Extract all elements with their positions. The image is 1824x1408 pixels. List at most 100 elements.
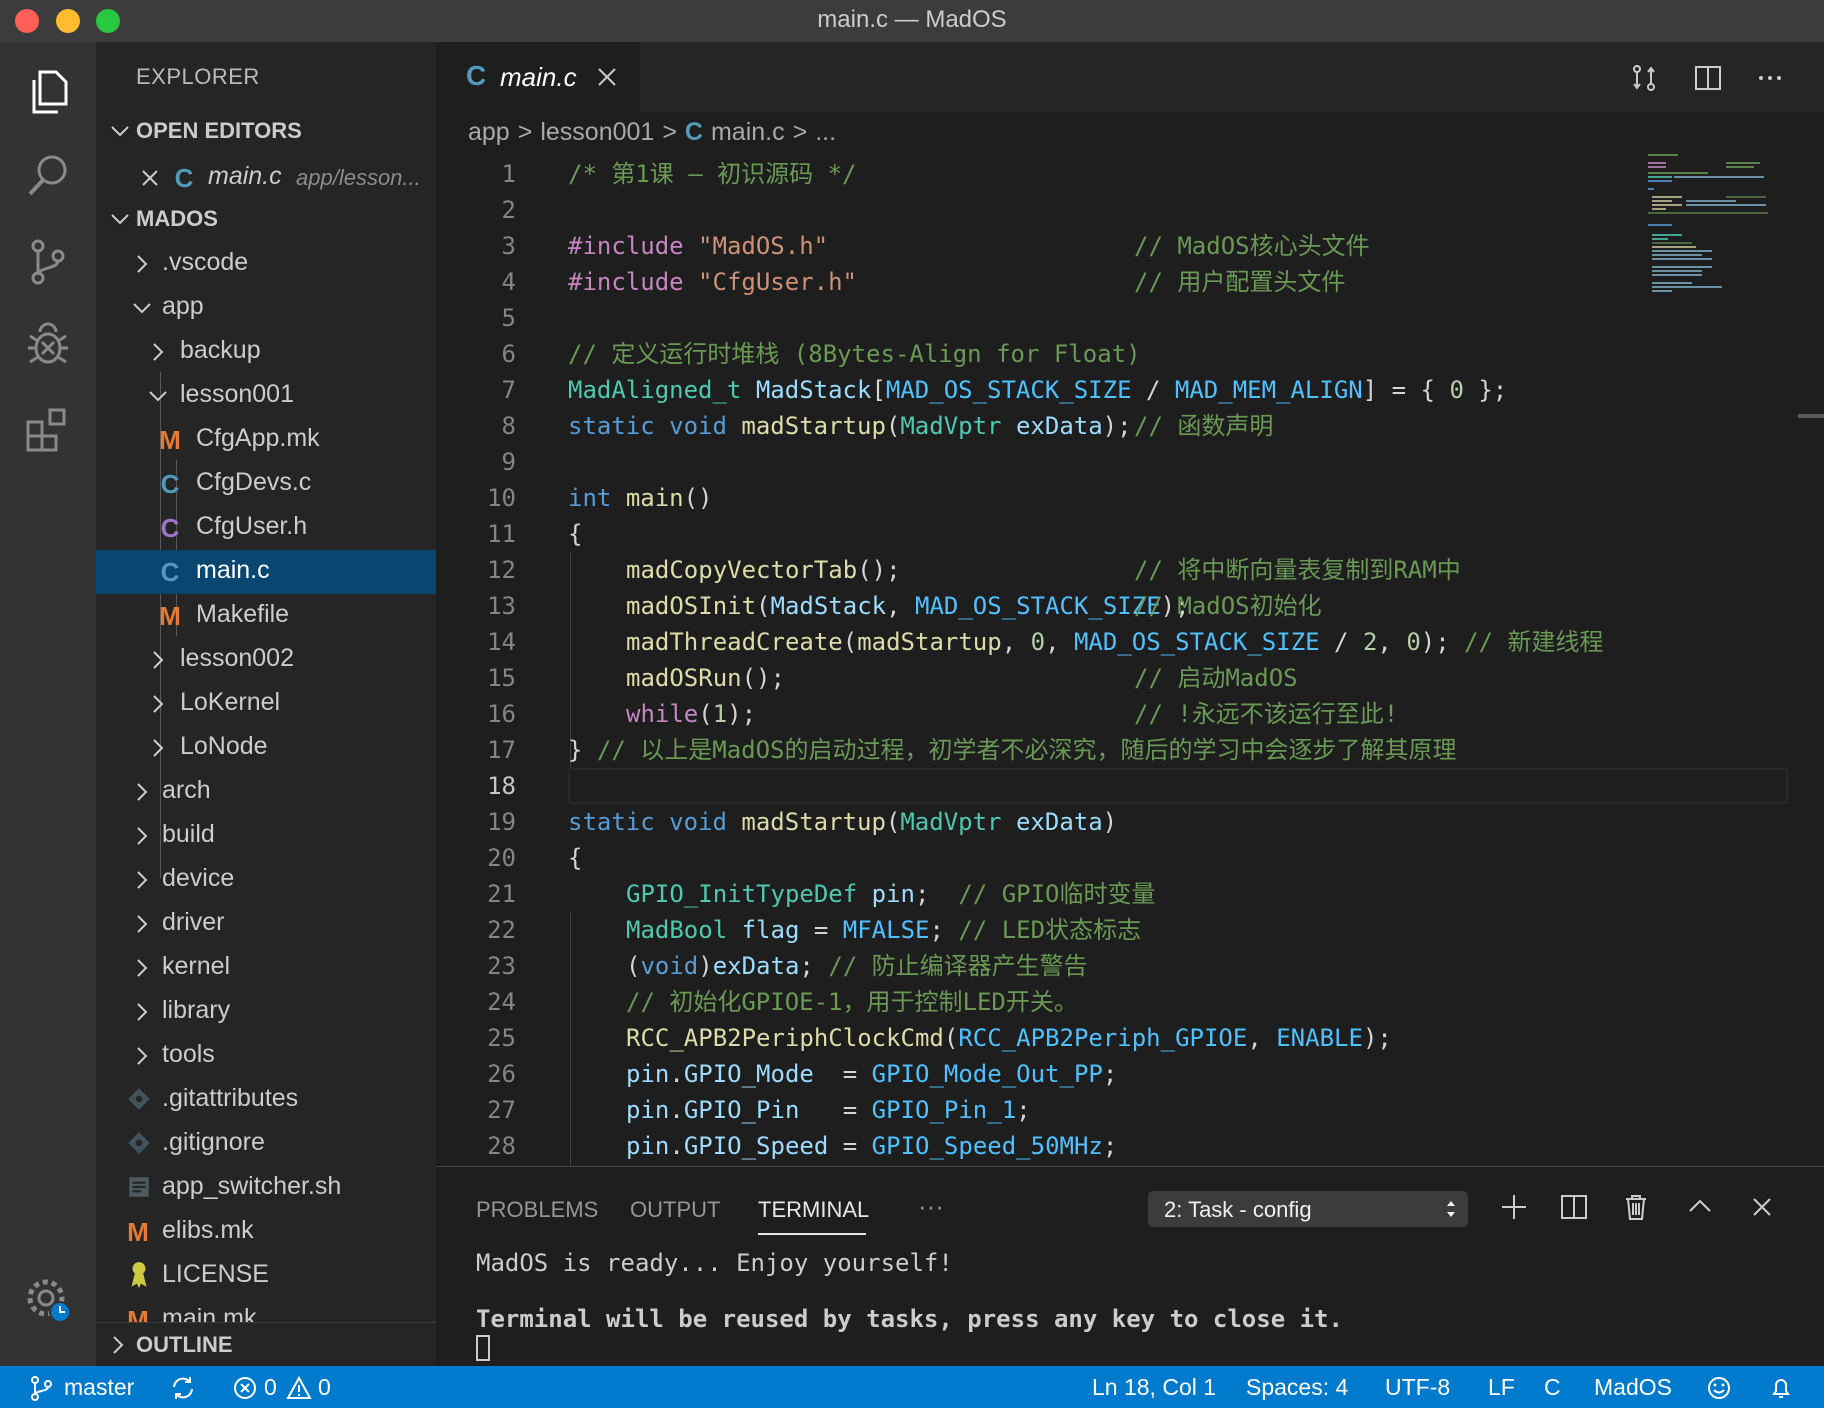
tree-file[interactable]: app_switcher.sh [96, 1166, 436, 1210]
extensions-icon [26, 408, 66, 452]
project-section[interactable]: MADOS [96, 198, 436, 240]
chevron-right-icon [153, 739, 164, 757]
chevron-right-icon [137, 827, 148, 845]
debug-activity-button[interactable] [18, 314, 78, 374]
c-file-icon: C [160, 469, 180, 499]
tree-file[interactable]: C CfgDevs.c [96, 462, 436, 506]
breadcrumb-item[interactable]: lesson001 [540, 118, 654, 147]
line-number: 12 [487, 556, 516, 584]
tree-file[interactable]: .gitattributes [96, 1078, 436, 1122]
tree-folder[interactable]: build [96, 814, 436, 858]
open-editors-label: OPEN EDITORS [136, 118, 302, 143]
vertical-scrollbar[interactable] [1798, 414, 1824, 418]
tree-folder[interactable]: driver [96, 902, 436, 946]
tree-file[interactable]: M Makefile [96, 594, 436, 638]
tree-item-label: LoKernel [180, 688, 281, 716]
explorer-activity-button[interactable] [18, 62, 78, 122]
code-token: // 新建线程 [1464, 628, 1604, 656]
code-line: 21 GPIO_InitTypeDef pin; // GPIO临时变量 [436, 876, 1794, 912]
code-line: 10 int main() [436, 480, 1794, 516]
breadcrumb-item[interactable]: app [468, 118, 510, 147]
tree-folder[interactable]: .vscode [96, 242, 436, 286]
trash-icon[interactable] [1620, 1191, 1652, 1223]
code-token: GPIO_Mode [683, 1060, 814, 1088]
tree-folder[interactable]: device [96, 858, 436, 902]
encoding[interactable]: UTF-8 [1385, 1374, 1450, 1401]
code-token: [ [871, 376, 886, 404]
close-tab-icon[interactable] [592, 62, 622, 92]
end-of-line[interactable]: LF [1488, 1374, 1515, 1401]
add-terminal-icon[interactable] [1498, 1191, 1530, 1223]
tree-file[interactable]: C CfgUser.h [96, 506, 436, 550]
more-panel-views-icon[interactable]: ··· [918, 1191, 944, 1222]
tree-folder[interactable]: app [96, 286, 436, 330]
tree-folder[interactable]: backup [96, 330, 436, 374]
feedback-smiley-icon[interactable] [1706, 1375, 1732, 1401]
chevron-right-icon [137, 783, 148, 801]
tree-folder[interactable]: lesson001 [96, 374, 436, 418]
tree-folder[interactable]: LoNode [96, 726, 436, 770]
warning-count[interactable]: 0 [318, 1374, 331, 1401]
code-token: ENABLE [1276, 1024, 1363, 1052]
terminal-select[interactable]: 2: Task - config [1148, 1191, 1468, 1227]
tab-output[interactable]: OUTPUT [630, 1197, 720, 1223]
indentation[interactable]: Spaces: 4 [1246, 1374, 1348, 1401]
terminal-line: MadOS is ready... Enjoy yourself! [476, 1249, 953, 1277]
tree-item-label: library [162, 996, 231, 1024]
close-panel-icon[interactable] [1746, 1191, 1778, 1223]
open-editors-section[interactable]: OPEN EDITORS [96, 110, 436, 152]
chevron-down-icon [133, 303, 151, 314]
tree-file[interactable]: .gitignore [96, 1122, 436, 1166]
maximize-panel-icon[interactable] [1684, 1191, 1716, 1223]
tree-file[interactable]: M CfgApp.mk [96, 418, 436, 462]
tree-folder[interactable]: arch [96, 770, 436, 814]
bell-icon[interactable] [1768, 1375, 1794, 1401]
project-name[interactable]: MadOS [1594, 1374, 1672, 1401]
terminal-select-value: 2: Task - config [1164, 1197, 1312, 1222]
cursor-position[interactable]: Ln 18, Col 1 [1092, 1374, 1216, 1401]
warning-icon[interactable] [286, 1375, 312, 1401]
split-editor-icon[interactable] [1692, 62, 1724, 94]
search-activity-button[interactable] [18, 146, 78, 206]
code-line: 18 [436, 768, 1794, 804]
code-token: ); [727, 700, 757, 728]
tree-folder[interactable]: kernel [96, 946, 436, 990]
tree-folder[interactable]: LoKernel [96, 682, 436, 726]
minimap[interactable] [1646, 150, 1796, 310]
breadcrumb-item[interactable]: main.c [711, 118, 785, 147]
tab-main-c[interactable]: C main.c [436, 42, 640, 112]
source-control-activity-button[interactable] [18, 232, 78, 292]
tab-problems[interactable]: PROBLEMS [476, 1197, 598, 1223]
code-token: void [669, 412, 727, 440]
language-mode[interactable]: C [1544, 1374, 1561, 1401]
sync-icon[interactable] [170, 1375, 196, 1401]
tree-folder[interactable]: tools [96, 1034, 436, 1078]
error-icon[interactable] [232, 1375, 258, 1401]
more-actions-icon[interactable] [1754, 62, 1786, 94]
branch-name[interactable]: master [64, 1374, 134, 1401]
tab-terminal[interactable]: TERMINAL [758, 1197, 869, 1223]
line-number: 21 [487, 880, 516, 908]
code-token: ; [929, 916, 944, 944]
tree-file[interactable]: LICENSE [96, 1254, 436, 1298]
tree-file[interactable]: M elibs.mk [96, 1210, 436, 1254]
open-changes-icon[interactable] [1628, 62, 1660, 94]
breadcrumb-separator-icon: > [792, 118, 808, 146]
split-terminal-icon[interactable] [1558, 1191, 1590, 1223]
code-token: = [799, 916, 843, 944]
manage-activity-button[interactable] [18, 1270, 78, 1330]
tree-folder[interactable]: lesson002 [96, 638, 436, 682]
code-line: 4 #include "CfgUser.h" // 用户配置头文件 [436, 264, 1794, 300]
outline-section[interactable]: OUTLINE [96, 1322, 436, 1366]
tree-folder[interactable]: library [96, 990, 436, 1034]
code-editor[interactable]: 1 /* 第1课 – 初识源码 */ 2 3 #include "MadOS.h" /… [436, 156, 1794, 1166]
open-editor-item[interactable]: C main.c app/lesson... [96, 156, 436, 200]
extensions-activity-button[interactable] [18, 400, 78, 460]
line-number: 18 [487, 772, 516, 800]
activity-bar [0, 42, 96, 1366]
error-count[interactable]: 0 [264, 1374, 277, 1401]
breadcrumb-item[interactable]: ... [815, 118, 836, 147]
close-icon[interactable] [138, 166, 162, 190]
tree-file-selected[interactable]: C main.c [96, 550, 436, 594]
code-token: ( [698, 700, 713, 728]
